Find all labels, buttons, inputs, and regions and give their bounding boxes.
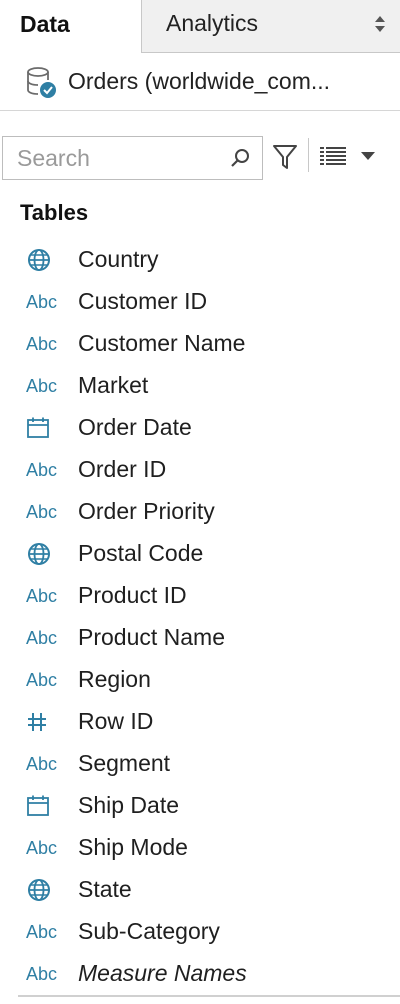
bottom-divider [18,995,400,997]
field-name: Segment [78,750,171,776]
field-name: Customer Name [78,330,246,356]
field-name: Ship Date [78,792,180,818]
geo-type-icon [26,533,60,575]
search-icon[interactable] [230,148,250,168]
abc-icon: Abc [26,501,58,522]
field-name: Postal Code [78,540,204,566]
abc-icon: Abc [26,837,58,858]
filter-icon[interactable] [272,143,298,171]
string-type-icon: Abc [26,659,60,701]
field-item[interactable]: Postal Code [0,533,400,575]
calendar-icon [27,417,49,438]
field-item[interactable]: Abc Ship Mode [0,827,400,869]
field-name: State [78,876,132,902]
field-item[interactable]: Ship Date [0,785,400,827]
search-box [2,136,263,180]
field-name: Order ID [78,456,167,482]
field-name: Measure Names [78,960,247,986]
string-type-icon: Abc [26,491,60,533]
string-type-icon: Abc [26,827,60,869]
field-name: Product Name [78,624,226,650]
field-name: Region [78,666,151,692]
tables-heading: Tables [20,200,89,225]
field-item[interactable]: Abc Product Name [0,617,400,659]
field-item[interactable]: Abc Region [0,659,400,701]
field-item[interactable]: Abc Measure Names [0,953,400,995]
field-name: Ship Mode [78,834,188,860]
field-item[interactable]: Row ID [0,701,400,743]
field-name: Customer ID [78,288,208,314]
string-type-icon: Abc [26,323,60,365]
string-type-icon: Abc [26,911,60,953]
field-item[interactable]: State [0,869,400,911]
field-list: Country Abc Customer ID Abc Customer Name Abc… [0,239,400,995]
abc-icon: Abc [26,375,58,396]
caret-down-icon[interactable] [360,150,376,162]
field-name: Sub-Category [78,918,220,944]
field-item[interactable]: Abc Customer Name [0,323,400,365]
abc-icon: Abc [26,333,58,354]
string-type-icon: Abc [26,365,60,407]
up-down-arrows-icon [375,16,385,32]
field-name: Market [78,372,149,398]
field-name: Product ID [78,582,187,608]
data-source-name: Orders (worldwide_com... [68,68,331,94]
abc-icon: Abc [26,627,58,648]
abc-icon: Abc [26,753,58,774]
abc-icon: Abc [26,669,58,690]
list-view-icon[interactable] [320,147,346,165]
abc-icon: Abc [26,963,58,984]
globe-icon [28,879,50,901]
search-input[interactable] [17,143,217,173]
string-type-icon: Abc [26,953,60,995]
abc-icon: Abc [26,585,58,606]
abc-icon: Abc [26,921,58,942]
field-item[interactable]: Abc Market [0,365,400,407]
string-type-icon: Abc [26,575,60,617]
geo-type-icon [26,239,60,281]
string-type-icon: Abc [26,449,60,491]
field-name: Order Priority [78,498,215,524]
string-type-icon: Abc [26,281,60,323]
string-type-icon: Abc [26,617,60,659]
field-name: Order Date [78,414,192,440]
abc-icon: Abc [26,459,58,480]
tab-data[interactable]: Data [0,0,142,53]
geo-type-icon [26,869,60,911]
tab-data-label: Data [20,11,70,37]
date-type-icon [26,785,60,827]
tab-analytics[interactable]: Analytics [142,0,400,53]
string-type-icon: Abc [26,743,60,785]
toolbar-divider [308,138,309,172]
data-source-row[interactable]: Orders (worldwide_com... [0,53,400,111]
hash-icon [28,713,46,731]
field-item[interactable]: Abc Sub-Category [0,911,400,953]
field-item[interactable]: Abc Segment [0,743,400,785]
globe-icon [28,543,50,565]
field-item[interactable]: Abc Product ID [0,575,400,617]
pane-tabs: Data Analytics [0,0,400,53]
field-name: Country [78,246,159,272]
date-type-icon [26,407,60,449]
abc-icon: Abc [26,291,58,312]
field-item[interactable]: Abc Order ID [0,449,400,491]
field-item[interactable]: Abc Customer ID [0,281,400,323]
field-item[interactable]: Country [0,239,400,281]
calendar-icon [27,795,49,816]
field-name: Row ID [78,708,154,734]
globe-icon [28,249,50,271]
field-item[interactable]: Order Date [0,407,400,449]
field-item[interactable]: Abc Order Priority [0,491,400,533]
tab-analytics-label: Analytics [166,10,259,36]
number-type-icon [26,701,60,743]
database-check-icon [27,67,56,98]
